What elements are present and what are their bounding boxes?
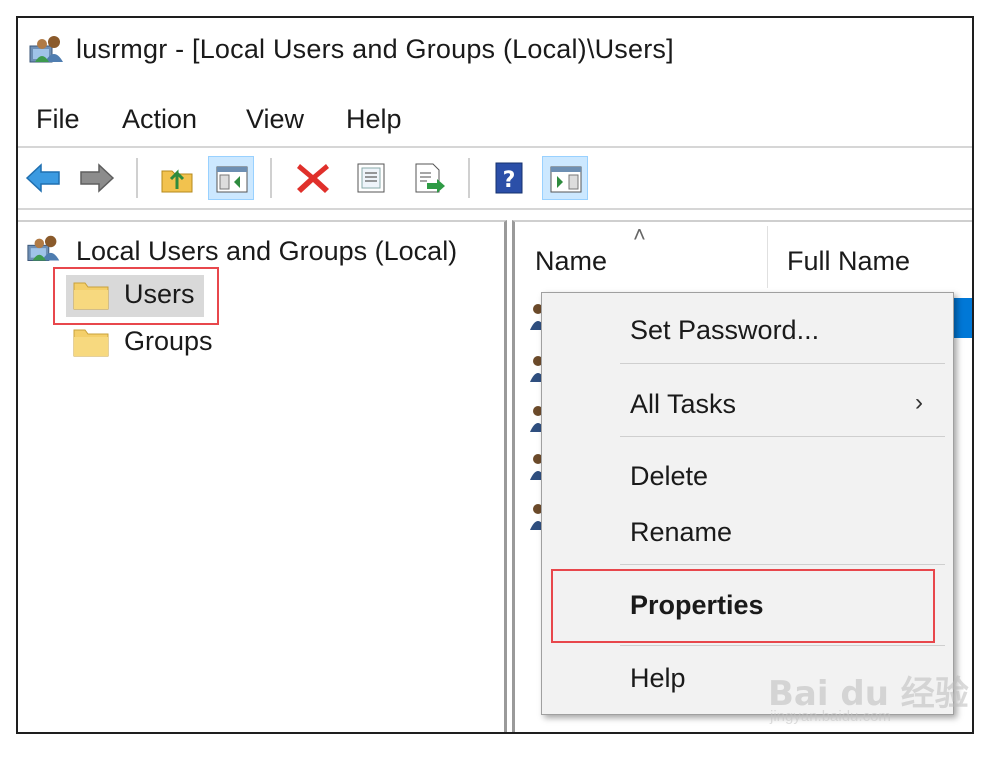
menu-action[interactable]: Action (120, 100, 199, 139)
menu-help[interactable]: Help (344, 100, 404, 139)
up-one-level-button[interactable] (154, 156, 200, 200)
svg-text:?: ? (503, 168, 516, 193)
watermark-url: jingyan.baidu.com (770, 708, 891, 725)
menu-separator (620, 436, 945, 437)
delete-button[interactable] (290, 156, 336, 200)
export-list-icon (415, 163, 445, 193)
sort-ascending-icon: ˄ (633, 222, 646, 247)
back-button[interactable] (20, 156, 66, 200)
users-console-icon (29, 36, 63, 63)
up-folder-icon (161, 169, 193, 193)
menu-item-delete[interactable]: Delete (630, 461, 708, 492)
window-title: lusrmgr - [Local Users and Groups (Local… (76, 34, 674, 64)
menu-item-help[interactable]: Help (630, 663, 686, 694)
toolbar-separator (136, 158, 138, 198)
submenu-arrow-icon: › (915, 389, 923, 416)
forward-button[interactable] (74, 156, 120, 200)
delete-icon (297, 164, 329, 193)
tree-root-label: Local Users and Groups (Local) (76, 236, 458, 266)
menu-bar: File Action View Help (18, 96, 972, 148)
annotation-highlight-box (551, 569, 935, 643)
menu-item-all-tasks[interactable]: All Tasks (630, 389, 736, 420)
column-header-name[interactable]: Name (535, 246, 607, 277)
tree-node-label: Groups (124, 326, 213, 356)
tree-node-groups[interactable]: Groups (66, 322, 236, 364)
baidu-watermark: Bai du 经验 jingyan.baidu.com (764, 650, 969, 730)
menu-item-rename[interactable]: Rename (630, 517, 732, 548)
toolbar: ? (18, 148, 972, 210)
export-list-button[interactable] (406, 156, 452, 200)
show-hide-action-pane-icon (550, 166, 582, 193)
menu-separator (620, 564, 945, 565)
properties-icon (357, 163, 385, 193)
menu-item-set-password[interactable]: Set Password... (630, 315, 819, 346)
back-arrow-icon (25, 163, 60, 193)
users-console-icon (27, 235, 60, 261)
list-header: ˄ Name Full Name (515, 222, 972, 292)
column-header-full-name[interactable]: Full Name (787, 246, 910, 277)
show-hide-tree-icon (216, 166, 248, 193)
help-icon: ? (495, 162, 523, 194)
folder-icon (73, 329, 109, 357)
menu-view[interactable]: View (244, 100, 306, 139)
annotation-highlight-box (53, 267, 219, 325)
column-divider[interactable] (767, 226, 768, 288)
help-button[interactable]: ? (486, 156, 532, 200)
show-hide-console-tree-button[interactable] (208, 156, 254, 200)
menu-file[interactable]: File (34, 100, 82, 139)
show-hide-action-pane-button[interactable] (542, 156, 588, 200)
console-tree: Local Users and Groups (Local) Users Gro… (18, 220, 507, 732)
menu-separator (620, 645, 945, 646)
menu-separator (620, 363, 945, 364)
forward-arrow-icon (80, 163, 115, 193)
toolbar-separator (468, 158, 470, 198)
properties-button[interactable] (348, 156, 394, 200)
title-bar: lusrmgr - [Local Users and Groups (Local… (18, 18, 972, 90)
toolbar-separator (270, 158, 272, 198)
